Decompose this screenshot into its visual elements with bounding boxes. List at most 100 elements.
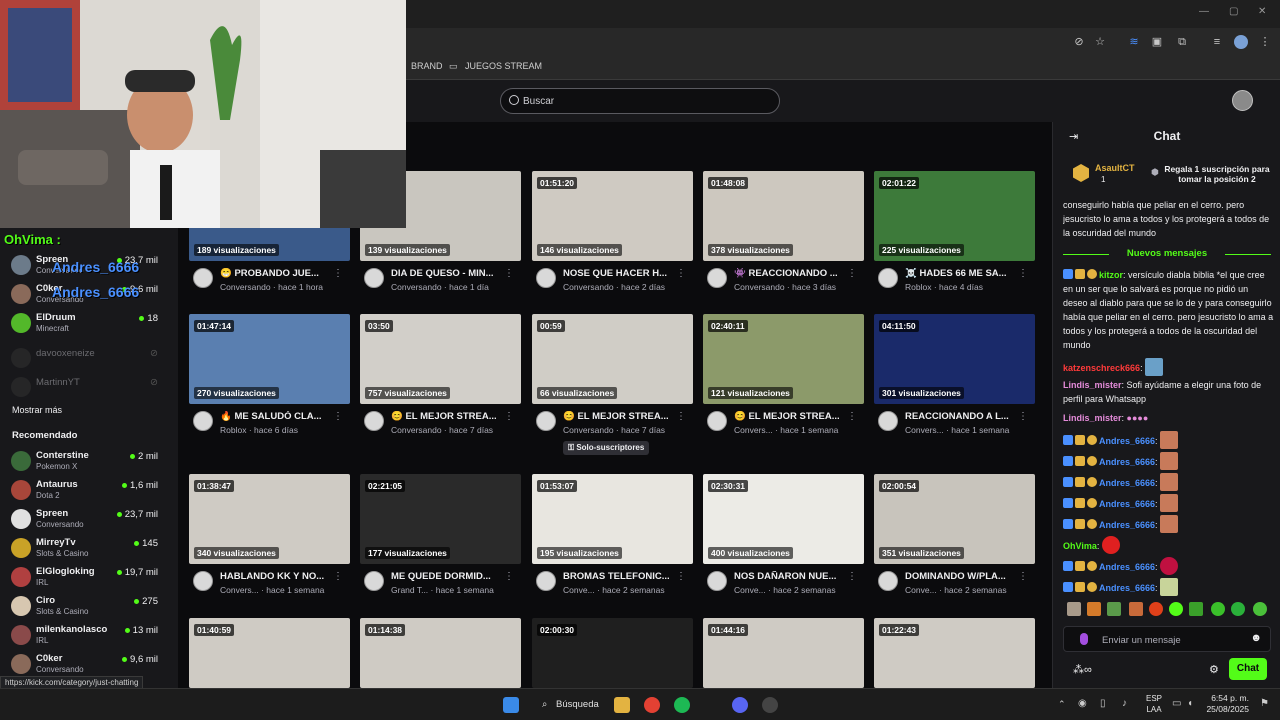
more-vert-icon[interactable]: ⋮ [1018, 268, 1028, 279]
video-thumbnail[interactable]: 04:11:50 301 visualizaciones [874, 314, 1035, 404]
video-thumbnail[interactable]: 01:53:07 195 visualizaciones [532, 474, 693, 564]
sidebar-item-eldruum[interactable]: ElDruum Minecraft 18 [0, 311, 178, 339]
video-thumbnail[interactable]: 02:00:54 351 visualizaciones [874, 474, 1035, 564]
sidebar-item-martinnyt[interactable]: MartinnYT ⊘ [0, 375, 178, 403]
gift-leaderboard[interactable]: AsaultCT 1 ⬢ Regala 1 suscripción para t… [1063, 158, 1271, 190]
more-vert-icon[interactable]: ⋮ [1018, 411, 1028, 422]
more-vert-icon[interactable]: ⋮ [847, 571, 857, 582]
emote-icon[interactable] [1253, 602, 1267, 616]
video-thumbnail[interactable]: 01:44:16 [703, 618, 864, 688]
video-thumbnail[interactable]: 01:40:59 [189, 618, 350, 688]
emote-icon[interactable] [1231, 602, 1245, 616]
video-title[interactable]: NOSE QUE HACER H... [563, 268, 677, 279]
sidebar-item-conterstine[interactable]: Conterstine Pokemon X 2 mil [0, 449, 178, 477]
video-thumbnail[interactable]: 01:22:43 [874, 618, 1035, 688]
taskbar-clock[interactable]: 6:54 p. m. 25/08/2025 [1203, 693, 1249, 715]
chat-tools-icon[interactable]: ⁂∞ [1073, 663, 1092, 676]
discord-icon[interactable] [732, 697, 748, 713]
video-title[interactable]: HABLANDO KK Y NO... [220, 571, 334, 582]
tray-chevron-icon[interactable]: ⌃ [1058, 699, 1066, 710]
bookmark-juegos-stream[interactable]: JUEGOS STREAM [465, 61, 542, 71]
more-vert-icon[interactable]: ⋮ [504, 571, 514, 582]
chat-username[interactable]: Andres_6666 [1099, 499, 1155, 509]
video-title[interactable]: BROMAS TELEFONIC... [563, 571, 677, 582]
more-vert-icon[interactable]: ⋮ [1018, 571, 1028, 582]
microphone-icon[interactable] [1080, 633, 1088, 645]
spotify-icon[interactable] [674, 697, 690, 713]
sidebar-item-ciro[interactable]: Ciro Slots & Casino 275 [0, 594, 178, 622]
extension-icon[interactable]: ▣ [1150, 35, 1164, 49]
video-thumbnail[interactable]: 02:21:05 177 visualizaciones [360, 474, 521, 564]
emote-icon[interactable] [1087, 602, 1101, 616]
chat-username[interactable]: kitzor [1099, 270, 1123, 280]
emote-icon[interactable] [1169, 602, 1183, 616]
chat-username[interactable]: Andres_6666 [1099, 520, 1155, 530]
video-title[interactable]: ☠️ HADES 66 ME SA... [905, 268, 1019, 279]
emote-icon[interactable] [1129, 602, 1143, 616]
more-vert-icon[interactable]: ⋮ [676, 571, 686, 582]
user-avatar[interactable] [1232, 90, 1253, 111]
taskbar-search[interactable]: ⌕ Búsqueda [534, 695, 600, 715]
microphone-icon[interactable]: ♪ [1122, 698, 1127, 709]
more-vert-icon[interactable]: ⋮ [333, 268, 343, 279]
video-thumbnail[interactable]: 03:50 757 visualizaciones [360, 314, 521, 404]
tray-app-icon[interactable]: ◉ [1078, 698, 1087, 709]
file-explorer-icon[interactable] [614, 697, 630, 713]
emote-icon[interactable] [1149, 602, 1163, 616]
chat-username[interactable]: Andres_6666 [1099, 562, 1155, 572]
more-vert-icon[interactable]: ⋮ [676, 411, 686, 422]
sidebar-item-davooxeneize[interactable]: davooxeneize ⊘ [0, 346, 178, 374]
video-title[interactable]: 😊 EL MEJOR STREA... [734, 411, 848, 422]
chat-username[interactable]: OhVima [1063, 541, 1097, 551]
video-thumbnail[interactable]: 01:14:38 [360, 618, 521, 688]
language-indicator[interactable]: ESP LAA [1140, 693, 1168, 715]
chat-username[interactable]: Andres_6666 [1099, 436, 1155, 446]
video-title[interactable]: 👾 REACCIONANDO ... [734, 268, 848, 279]
search-input[interactable]: Buscar [500, 88, 780, 114]
settings-gear-icon[interactable]: ⚙ [1209, 663, 1219, 676]
obs-icon[interactable] [762, 697, 778, 713]
bookmark-brand[interactable]: BRAND [411, 61, 443, 71]
video-thumbnail[interactable]: 01:38:47 340 visualizaciones [189, 474, 350, 564]
network-icon[interactable]: ▭ [1172, 698, 1181, 709]
chat-username[interactable]: Andres_6666 [1099, 478, 1155, 488]
more-vert-icon[interactable]: ⋮ [1258, 35, 1272, 49]
video-title[interactable]: 😊 EL MEJOR STREA... [563, 411, 677, 422]
chat-send-button[interactable]: Chat [1229, 658, 1267, 680]
sidebar-item-milenkanolasco[interactable]: milenkanolasco IRL 13 mil [0, 623, 178, 651]
emote-icon[interactable] [1211, 602, 1225, 616]
extension-icon[interactable]: ≋ [1127, 35, 1141, 49]
more-vert-icon[interactable]: ⋮ [333, 571, 343, 582]
emoji-icon[interactable]: ☻ [1250, 632, 1262, 644]
video-thumbnail[interactable]: 01:51:20 146 visualizaciones [532, 171, 693, 261]
show-more-link[interactable]: Mostrar más [12, 405, 62, 415]
sidebar-item-spreen[interactable]: Spreen Conversando 23,7 mil [0, 507, 178, 535]
close-icon[interactable]: ✕ [1258, 6, 1266, 17]
notification-icon[interactable]: ⚑ [1260, 698, 1269, 709]
video-title[interactable]: ME QUEDE DORMID... [391, 571, 505, 582]
chrome-icon[interactable] [644, 697, 660, 713]
video-thumbnail[interactable]: 02:30:31 400 visualizaciones [703, 474, 864, 564]
video-thumbnail[interactable]: 02:01:22 225 visualizaciones [874, 171, 1035, 261]
video-thumbnail[interactable]: 00:59 66 visualizaciones [532, 314, 693, 404]
media-controls-icon[interactable]: ≡ [1210, 35, 1224, 49]
video-thumbnail[interactable]: 02:00:30 [532, 618, 693, 688]
more-vert-icon[interactable]: ⋮ [504, 411, 514, 422]
sidebar-item-antaurus[interactable]: Antaurus Dota 2 1,6 mil [0, 478, 178, 506]
emote-icon[interactable] [1107, 602, 1121, 616]
battery-icon[interactable]: ▯ [1100, 698, 1106, 709]
sidebar-item-elglogloking[interactable]: ElGlogloking IRL 19,7 mil [0, 565, 178, 593]
more-vert-icon[interactable]: ⋮ [847, 268, 857, 279]
video-title[interactable]: DOMINANDO W/PLA... [905, 571, 1019, 582]
eye-off-icon[interactable]: ⊘ [1072, 35, 1086, 49]
video-title[interactable]: 😁 PROBANDO JUE... [220, 268, 334, 279]
chat-input[interactable]: Enviar un mensaje ☻ [1063, 626, 1271, 652]
chat-username[interactable]: katzenschreck666 [1063, 363, 1140, 373]
emote-icon[interactable] [1189, 602, 1203, 616]
video-thumbnail[interactable]: 01:47:14 270 visualizaciones [189, 314, 350, 404]
more-vert-icon[interactable]: ⋮ [333, 411, 343, 422]
video-title[interactable]: NOS DAÑARON NUE... [734, 571, 848, 582]
video-thumbnail[interactable]: 01:48:08 378 visualizaciones [703, 171, 864, 261]
sidebar-item-mirreytv[interactable]: MirreyTv Slots & Casino 145 [0, 536, 178, 564]
profile-avatar-icon[interactable] [1234, 35, 1248, 49]
